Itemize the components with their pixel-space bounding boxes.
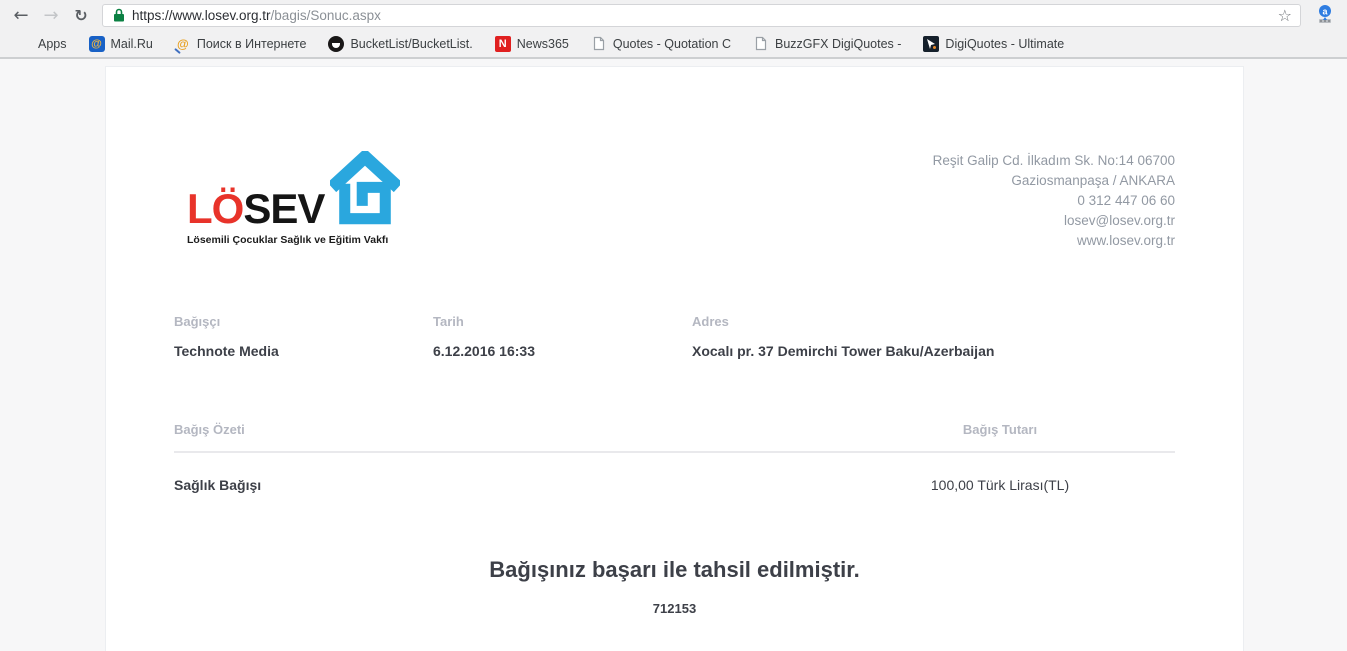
apps-label: Apps	[38, 37, 67, 51]
url-domain: https://www.losev.org.tr	[132, 8, 271, 23]
bookmark-bucketlist[interactable]: BucketList/BucketList.	[320, 33, 480, 55]
date-label: Tarih	[433, 314, 692, 329]
bookmark-label: Поиск в Интернете	[197, 37, 307, 51]
summary-data-row: Sağlık Bağışı 100,00 Türk Lirası(TL)	[174, 477, 1175, 493]
contact-info: Reşit Galip Cd. İlkadım Sk. No:14 06700 …	[933, 151, 1175, 251]
secure-lock-icon	[113, 8, 125, 22]
bookmark-digiquotes[interactable]: DigiQuotes - Ultimate	[915, 33, 1072, 55]
contact-line-address2: Gaziosmanpaşa / ANKARA	[933, 171, 1175, 191]
url-path: /bagis/Sonuc.aspx	[271, 8, 381, 23]
bookmark-news365[interactable]: N News365	[487, 33, 577, 55]
summary-amount-column-header: Bağış Tutarı	[875, 422, 1125, 437]
mailru-icon: @	[89, 36, 105, 52]
bookmark-label: Quotes - Quotation C	[613, 37, 731, 51]
donation-receipt-card: LÖSEV Lösemili Çocuklar Sağlık ve Eğitim…	[105, 66, 1244, 651]
page-icon	[591, 36, 607, 52]
bookmark-label: Mail.Ru	[111, 37, 153, 51]
bookmarks-bar: Apps @ Mail.Ru @ Поиск в Интернете Bucke…	[0, 30, 1347, 59]
date-value: 6.12.2016 16:33	[433, 343, 692, 359]
donation-amount: 100,00 Türk Lirası(TL)	[875, 477, 1125, 493]
losev-house-icon	[330, 151, 400, 238]
address-value: Xocalı pr. 37 Demirchi Tower Baku/Azerba…	[692, 343, 994, 359]
bookmark-mailru[interactable]: @ Mail.Ru	[81, 33, 161, 55]
address-label: Adres	[692, 314, 994, 329]
summary-header-row: Bağış Özeti Bağış Tutarı	[174, 422, 1175, 453]
donor-field: Bağışçı Technote Media	[174, 314, 433, 359]
news365-icon: N	[495, 36, 511, 52]
bookmark-label: News365	[517, 37, 569, 51]
bookmark-label: DigiQuotes - Ultimate	[945, 37, 1064, 51]
reload-icon[interactable]: ↻	[68, 2, 94, 28]
donor-value: Technote Media	[174, 343, 433, 359]
bookmark-label: BucketList/BucketList.	[350, 37, 472, 51]
url-text: https://www.losev.org.tr/bagis/Sonuc.asp…	[132, 8, 1276, 23]
logo-text-red: LÖ	[187, 185, 243, 232]
contact-line-website: www.losev.org.tr	[933, 231, 1175, 251]
date-field: Tarih 6.12.2016 16:33	[433, 314, 692, 359]
receipt-header: LÖSEV Lösemili Çocuklar Sağlık ve Eğitim…	[174, 151, 1175, 251]
losev-logo: LÖSEV Lösemili Çocuklar Sağlık ve Eğitim…	[187, 151, 400, 251]
bookmark-buzzgfx[interactable]: BuzzGFX DigiQuotes -	[745, 33, 909, 55]
logo-tagline: Lösemili Çocuklar Sağlık ve Eğitim Vakfı	[187, 234, 400, 246]
bookmark-quotes[interactable]: Quotes - Quotation C	[583, 33, 739, 55]
losev-logo-text: LÖSEV	[187, 190, 324, 228]
bookmark-star-icon[interactable]: ☆	[1276, 6, 1294, 25]
back-icon[interactable]: ←	[8, 2, 34, 28]
apps-grid-icon	[18, 37, 32, 51]
summary-item-column-header: Bağış Özeti	[174, 422, 245, 437]
bookmark-search-internet[interactable]: @ Поиск в Интернете	[167, 33, 315, 55]
apps-shortcut[interactable]: Apps	[10, 34, 75, 54]
search-at-icon: @	[175, 36, 191, 52]
bookmark-label: BuzzGFX DigiQuotes -	[775, 37, 901, 51]
address-field: Adres Xocalı pr. 37 Demirchi Tower Baku/…	[692, 314, 994, 359]
github-icon	[328, 36, 344, 52]
page-icon	[753, 36, 769, 52]
address-bar[interactable]: https://www.losev.org.tr/bagis/Sonuc.asp…	[102, 4, 1301, 27]
donation-type: Sağlık Bağışı	[174, 477, 261, 493]
digiquotes-icon	[923, 36, 939, 52]
donor-label: Bağışçı	[174, 314, 433, 329]
contact-line-phone: 0 312 447 06 60	[933, 191, 1175, 211]
contact-line-email: losev@losev.org.tr	[933, 211, 1175, 231]
success-message: Bağışınız başarı ile tahsil edilmiştir.	[174, 557, 1175, 583]
browser-toolbar: ← → ↻ https://www.losev.org.tr/bagis/Son…	[0, 0, 1347, 30]
extension-icon[interactable]: a	[1313, 2, 1339, 28]
contact-line-address1: Reşit Galip Cd. İlkadım Sk. No:14 06700	[933, 151, 1175, 171]
logo-text-black: SEV	[243, 185, 324, 232]
receipt-number: 712153	[174, 601, 1175, 616]
donation-info-row: Bağışçı Technote Media Tarih 6.12.2016 1…	[174, 314, 1175, 359]
forward-icon[interactable]: →	[38, 2, 64, 28]
page-background: LÖSEV Lösemili Çocuklar Sağlık ve Eğitim…	[0, 66, 1347, 651]
